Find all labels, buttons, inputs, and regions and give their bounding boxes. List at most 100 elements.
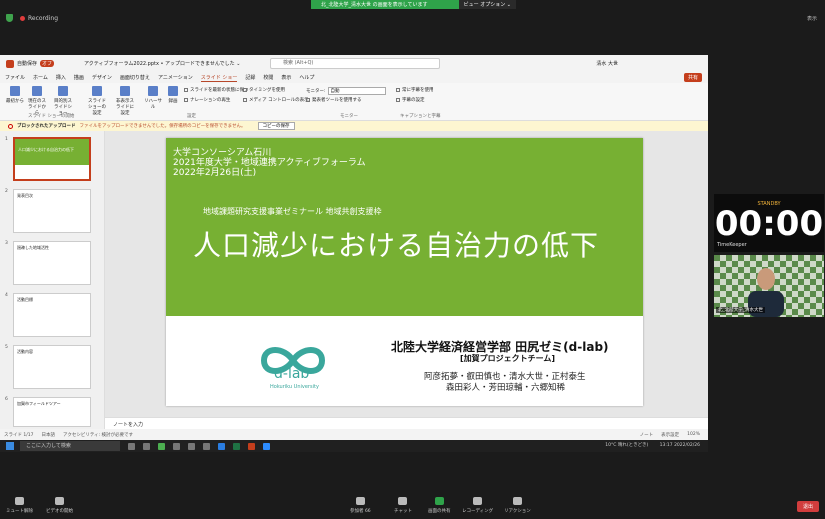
powerpoint-icon [6,59,14,68]
keep-updated-checkbox[interactable]: スライドを最新の状態に保つ [184,87,249,93]
media-controls-checkbox[interactable]: メディア コントロールの表示 [243,97,309,103]
share-screen-button[interactable]: 画面の共有 [428,497,451,514]
setup-show-button[interactable]: スライド ショーの設定 [86,86,108,116]
menu-item[interactable]: アニメーション [158,74,193,81]
infobar-message[interactable]: ファイルをアップロードできませんでした。保存場所のコピーを保存できません。 [80,123,246,129]
checkbox-icon [184,88,188,92]
ribbon-group-label: 設定 [187,114,196,119]
play-narration-checkbox[interactable]: ナレーションの再生 [184,97,230,103]
menu-item[interactable]: ヘルプ [299,74,314,81]
from-beginning-button[interactable]: 最初から [4,86,26,104]
slide[interactable]: 大学コンソーシアム石川 2021年度大学・地域連携アクティブフォーラム 2022… [166,138,643,406]
line-icon[interactable] [158,442,165,450]
rehearse-button[interactable]: リハーサル [142,86,164,110]
powerpoint-taskbar-icon[interactable] [248,442,255,450]
clock-date[interactable]: 2022/02/26 [674,443,700,448]
display-settings-button[interactable]: 表示設定 [661,432,679,438]
menu-item[interactable]: ホーム [33,74,48,81]
status-accessibility[interactable]: アクセシビリティ: 検討が必要です [63,432,133,438]
menu-item[interactable]: デザイン [92,74,112,81]
participant-name: 北_北陸大学_清水大世 [716,307,765,313]
notes-button[interactable]: ノート [640,432,654,438]
edge-icon[interactable] [173,442,180,450]
chat-button[interactable]: チャット [394,497,412,514]
toolbar-label: ビデオの開始 [46,509,73,514]
mail-icon[interactable] [203,442,210,450]
status-language[interactable]: 日本語 [42,432,56,438]
hide-slide-button[interactable]: 非表示スライドに設定 [114,86,136,116]
mute-button[interactable]: ミュート解除 [6,497,33,514]
menu-item[interactable]: 記録 [245,74,255,81]
menu-item-active[interactable]: スライド ショー [200,74,238,82]
thumb-title: 活動内容 [17,349,33,354]
menu-item[interactable]: 校閲 [263,74,273,81]
zoom-icon[interactable] [263,442,270,450]
toolbar-label: チャット [394,509,412,514]
excel-icon[interactable] [233,442,240,450]
slide-thumbnail[interactable]: 活動内容 [13,345,91,389]
ribbon: 最初から 現在のスライドから 目的別スライドショー スライド ショーの設定 非表… [0,83,708,121]
record-icon [20,16,25,21]
share-button[interactable]: 共有 [683,73,702,82]
video-button[interactable]: ビデオの開始 [46,497,73,514]
caption-settings-button[interactable]: 字幕の設定 [396,97,425,103]
store-icon[interactable] [188,442,195,450]
slide-thumbnail[interactable]: 発表目次 [13,189,91,233]
checkbox-icon [243,88,247,92]
zoom-level[interactable]: 102% [687,432,700,437]
smiley-icon [512,497,522,505]
clock-time[interactable]: 13:17 [660,443,673,448]
save-copy-button[interactable]: コピーの保存 [257,122,295,130]
autosave-toggle[interactable]: オフ [40,60,55,67]
always-captions-checkbox[interactable]: 常に字幕を使用 [396,87,434,93]
view-button[interactable]: 表示 [807,15,817,22]
record-button[interactable]: 録画 [162,86,184,104]
recording-indicator[interactable]: Recording [20,15,58,22]
menu-item[interactable]: 描画 [74,74,84,81]
timer-icon [148,86,158,96]
search-input[interactable]: 検索 (Alt+Q) [270,58,440,69]
file-name[interactable]: アクティブフォーラム2022.pptx • アップロードできませんでした ⌄ [84,60,240,67]
slide-thumbnail[interactable]: 過疎した地域活性 [13,241,91,285]
custom-show-icon [58,86,68,96]
status-bar: スライド 1/17 日本語 アクセシビリティ: 検討が必要です ノート 表示設定… [0,429,708,440]
use-timings-checkbox[interactable]: タイミングを使用 [243,87,285,93]
slide-number: 4 [5,293,8,298]
participants-button[interactable]: 参加者 66 [350,497,371,514]
custom-show-button[interactable]: 目的別スライドショー [52,86,74,116]
ppt-titlebar: 自動保存 オフ アクティブフォーラム2022.pptx • アップロードできませ… [0,55,708,72]
member-names: 森田彩人・芳田琼輔・六郷知稀 [446,383,566,393]
checkbox-label: スライドを最新の状態に保つ [190,88,249,93]
button-label: 最初から [6,99,24,104]
explorer-icon[interactable] [143,442,150,450]
reactions-button[interactable]: リアクション [504,497,531,514]
leave-button[interactable]: 退出 [796,501,819,512]
menu-item[interactable]: ファイル [5,74,25,81]
speaker-video[interactable]: 北_北陸大学_清水大世 [714,255,824,317]
user-name[interactable]: 清水 大世 [596,60,618,67]
record-meeting-button[interactable]: レコーディング [462,497,493,514]
menu-item[interactable]: 挿入 [56,74,66,81]
monitor-select[interactable]: モニター: 自動 [306,87,386,95]
microphone-icon [15,497,24,505]
slide-thumbnail[interactable]: 活動目標 [13,293,91,337]
shield-icon [6,14,13,22]
menu-item[interactable]: 表示 [281,74,291,81]
windows-start-icon[interactable] [6,442,14,450]
taskbar-search[interactable]: ここに入力して検索 [20,441,120,451]
slide-number: 1 [5,137,8,142]
word-icon[interactable] [218,442,225,450]
notes-input[interactable]: ノートを入力 [105,417,708,429]
record-icon [473,497,483,505]
button-label: スライド ショーの設定 [88,99,106,116]
checkbox-label: 発表者ツールを使用する [312,98,362,103]
timekeeper-label: TimeKeeper [717,242,747,248]
weather[interactable]: 10°C 晴れ(ときどき) [605,443,648,448]
task-view-icon[interactable] [128,442,135,450]
slide-thumbnail[interactable]: 人口減少における自治力の低下 [13,137,91,181]
from-current-button[interactable]: 現在のスライドから [26,86,48,116]
presenter-view-checkbox[interactable]: 発表者ツールを使用する [306,97,362,103]
view-options-button[interactable]: ビュー オプション ⌄ [458,0,516,9]
menu-item[interactable]: 画面切り替え [120,74,150,81]
slide-thumbnail[interactable]: 加賀市フィールドツアー [13,397,91,427]
